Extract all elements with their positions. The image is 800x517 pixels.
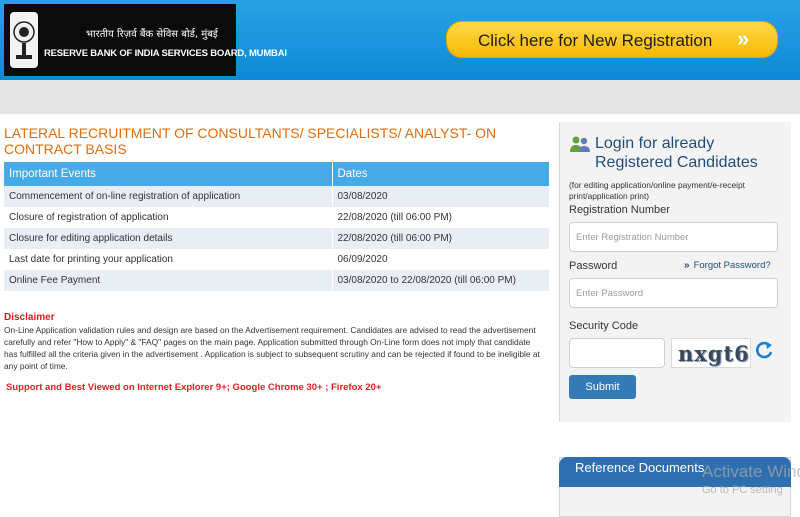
header-bar: भारतीय रिज़र्व बैंक सेविस बोर्ड, मुंबई R…: [0, 0, 800, 80]
login-heading-line1: Login for already: [595, 135, 715, 152]
nav-strip: [0, 80, 800, 114]
refresh-icon[interactable]: [754, 340, 774, 360]
captcha-image: nxgt6: [671, 338, 751, 368]
login-heading: Login for already Registered Candidates: [595, 134, 758, 172]
disclaimer-text: On-Line Application validation rules and…: [4, 325, 540, 371]
users-icon: [570, 136, 590, 152]
event-cell: Closure for editing application details: [4, 228, 333, 249]
header-important-events: Important Events: [4, 162, 333, 186]
submit-button[interactable]: Submit: [569, 375, 636, 399]
login-heading-line2: Registered Candidates: [595, 154, 758, 171]
rbi-emblem-icon: [10, 12, 38, 68]
browser-support-note: Support and Best Viewed on Internet Expl…: [6, 382, 382, 393]
event-cell: Commencement of on-line registration of …: [4, 186, 333, 207]
event-cell: Closure of registration of application: [4, 207, 333, 228]
header-dates: Dates: [332, 162, 550, 186]
security-code-label: Security Code: [569, 320, 639, 332]
registration-number-input[interactable]: [569, 222, 778, 252]
forgot-password-label: Forgot Password?: [693, 260, 771, 271]
table-row: Commencement of on-line registration of …: [4, 186, 550, 207]
activate-windows-subtext: Go to PC setting: [702, 484, 783, 496]
rbi-logo: भारतीय रिज़र्व बैंक सेविस बोर्ड, मुंबई R…: [4, 4, 287, 76]
important-events-table: Important Events Dates Commencement of o…: [4, 162, 550, 291]
password-input[interactable]: [569, 278, 778, 308]
password-label: Password: [569, 260, 618, 272]
table-row: Online Fee Payment 03/08/2020 to 22/08/2…: [4, 270, 550, 291]
logo-english-text: RESERVE BANK OF INDIA SERVICES BOARD, MU…: [44, 48, 287, 59]
double-chevron-right-icon: »: [684, 260, 690, 271]
table-header-row: Important Events Dates: [4, 162, 550, 186]
date-cell: 22/08/2020 (till 06:00 PM): [332, 207, 550, 228]
new-registration-button[interactable]: Click here for New Registration »: [446, 21, 778, 58]
date-cell: 22/08/2020 (till 06:00 PM): [332, 228, 550, 249]
date-cell: 03/08/2020: [332, 186, 550, 207]
double-chevron-right-icon: »: [737, 26, 750, 51]
event-cell: Last date for printing your application: [4, 249, 333, 270]
logo-hindi-text: भारतीय रिज़र्व बैंक सेविस बोर्ड, मुंबई: [86, 29, 218, 40]
activate-windows-watermark: Activate Wind: [702, 462, 800, 481]
login-note: (for editing application/online payment/…: [569, 180, 745, 201]
registration-number-label: Registration Number: [569, 204, 670, 216]
new-registration-label: Click here for New Registration: [478, 31, 713, 50]
reference-documents-title: Reference Documents: [575, 460, 705, 475]
security-code-input[interactable]: [569, 338, 665, 368]
captcha-text: nxgt6: [678, 341, 750, 366]
forgot-password-link[interactable]: » Forgot Password?: [684, 260, 771, 271]
event-cell: Online Fee Payment: [4, 270, 333, 291]
date-cell: 06/09/2020: [332, 249, 550, 270]
table-row: Closure of registration of application 2…: [4, 207, 550, 228]
disclaimer-heading: Disclaimer: [4, 312, 55, 323]
date-cell: 03/08/2020 to 22/08/2020 (till 06:00 PM): [332, 270, 550, 291]
table-row: Last date for printing your application …: [4, 249, 550, 270]
page-title: LATERAL RECRUITMENT OF CONSULTANTS/ SPEC…: [4, 125, 497, 157]
table-row: Closure for editing application details …: [4, 228, 550, 249]
